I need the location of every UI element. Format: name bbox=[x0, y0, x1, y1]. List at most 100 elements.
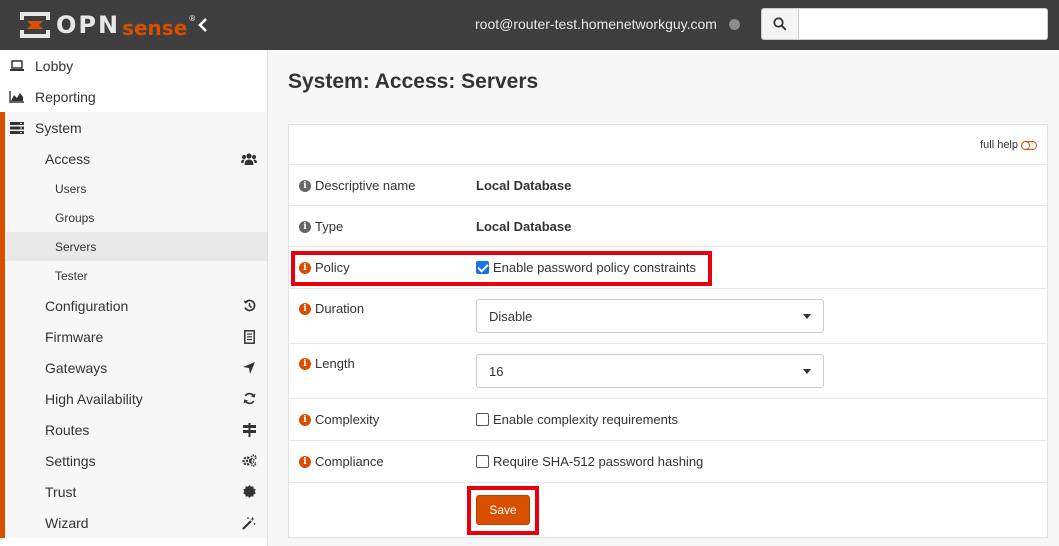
sidebar-item-label: Reporting bbox=[35, 88, 96, 105]
sidebar-item-servers[interactable]: Servers bbox=[5, 232, 267, 261]
sidebar-item-system[interactable]: System bbox=[5, 112, 267, 143]
sidebar-item-configuration[interactable]: Configuration bbox=[5, 290, 267, 321]
sidebar-item-settings[interactable]: Settings bbox=[5, 445, 267, 476]
sidebar-item-high-availability[interactable]: High Availability bbox=[5, 383, 267, 414]
logo-mark-icon bbox=[20, 12, 50, 38]
sidebar-item-label: Trust bbox=[45, 483, 77, 500]
info-icon[interactable]: i bbox=[299, 357, 311, 370]
field-label: i Duration bbox=[299, 301, 364, 316]
user-account-link[interactable]: root@router-test.homenetworkguy.com bbox=[475, 16, 717, 32]
field-type: i Type Local Database bbox=[289, 206, 1047, 247]
field-label: i Complexity bbox=[299, 412, 379, 427]
field-label-text: Compliance bbox=[315, 454, 384, 469]
checkbox-label-text: Enable complexity requirements bbox=[493, 412, 678, 427]
certificate-icon bbox=[241, 485, 257, 499]
toggle-off-icon bbox=[1021, 140, 1037, 150]
sidebar-item-gateways[interactable]: Gateways bbox=[5, 352, 267, 383]
field-label-text: Complexity bbox=[315, 412, 380, 427]
field-compliance: i Compliance Require SHA-512 password ha… bbox=[289, 441, 1047, 483]
type-value: Local Database bbox=[476, 219, 572, 234]
main-content: System: Access: Servers full help i Desc… bbox=[268, 50, 1059, 546]
caret-down-icon bbox=[803, 369, 811, 374]
sidebar-item-label: Firmware bbox=[45, 328, 104, 345]
laptop-icon bbox=[9, 59, 25, 73]
sidebar-nav: Lobby Reporting System Access Users Grou… bbox=[0, 50, 268, 546]
policy-checkbox[interactable] bbox=[476, 261, 489, 274]
field-label-text: Type bbox=[315, 219, 344, 234]
sidebar-item-label: Servers bbox=[55, 239, 97, 254]
page-title: System: Access: Servers bbox=[288, 70, 539, 93]
checkbox-label-text: Enable password policy constraints bbox=[493, 260, 697, 275]
search-icon bbox=[773, 17, 787, 31]
sidebar-item-label: Routes bbox=[45, 421, 90, 438]
sidebar-item-label: System bbox=[35, 119, 82, 136]
caret-down-icon bbox=[803, 314, 811, 319]
info-icon[interactable]: i bbox=[299, 455, 311, 468]
info-icon[interactable]: i bbox=[299, 302, 311, 315]
sidebar-item-label: Users bbox=[55, 181, 87, 196]
duration-select[interactable]: Disable bbox=[476, 299, 824, 333]
collapse-sidebar-button[interactable] bbox=[194, 14, 212, 36]
area-chart-icon bbox=[9, 90, 25, 104]
search-input[interactable] bbox=[799, 8, 1048, 40]
cogs-icon bbox=[241, 454, 257, 468]
users-icon bbox=[241, 152, 257, 166]
info-icon[interactable]: i bbox=[299, 413, 311, 426]
sidebar-item-label: Tester bbox=[55, 268, 88, 283]
field-duration: i Duration Disable bbox=[289, 289, 1047, 344]
opnsense-logo[interactable]: OPN sense ® bbox=[20, 9, 196, 41]
field-label-text: Policy bbox=[315, 260, 350, 275]
logo-text-opn: OPN bbox=[56, 11, 121, 39]
full-help-toggle[interactable]: full help bbox=[980, 139, 1037, 151]
field-label-text: Descriptive name bbox=[315, 178, 416, 193]
field-label: i Descriptive name bbox=[299, 178, 415, 193]
field-label-text: Duration bbox=[315, 301, 365, 316]
field-length: i Length 16 bbox=[289, 344, 1047, 399]
signpost-icon bbox=[241, 422, 257, 437]
magic-icon bbox=[241, 516, 257, 530]
sidebar-item-reporting[interactable]: Reporting bbox=[0, 81, 267, 112]
field-policy: i Policy Enable password policy constrai… bbox=[289, 247, 1047, 289]
info-icon[interactable]: i bbox=[299, 179, 311, 192]
sidebar-item-lobby[interactable]: Lobby bbox=[0, 50, 267, 81]
sidebar-item-groups[interactable]: Groups bbox=[5, 203, 267, 232]
duration-selected-value: Disable bbox=[489, 308, 533, 324]
policy-checkbox-label[interactable]: Enable password policy constraints bbox=[476, 260, 696, 275]
length-select[interactable]: 16 bbox=[476, 354, 824, 388]
compliance-checkbox[interactable] bbox=[476, 455, 489, 468]
info-icon[interactable]: i bbox=[299, 261, 311, 274]
sidebar-item-label: Lobby bbox=[35, 57, 74, 74]
compliance-checkbox-label[interactable]: Require SHA-512 password hashing bbox=[476, 454, 703, 469]
complexity-checkbox-label[interactable]: Enable complexity requirements bbox=[476, 412, 678, 427]
sidebar-item-label: Wizard bbox=[45, 514, 89, 531]
sidebar-item-tester[interactable]: Tester bbox=[5, 261, 267, 290]
field-label: i Compliance bbox=[299, 454, 384, 469]
sidebar-item-label: Configuration bbox=[45, 297, 129, 314]
checkbox-label-text: Require SHA-512 password hashing bbox=[493, 454, 704, 469]
info-icon[interactable]: i bbox=[299, 220, 311, 233]
field-descriptive-name: i Descriptive name Local Database bbox=[289, 165, 1047, 206]
sidebar-item-wizard[interactable]: Wizard bbox=[5, 507, 267, 538]
sidebar-item-firmware[interactable]: Firmware bbox=[5, 321, 267, 352]
top-bar: OPN sense ® root@router-test.homenetwork… bbox=[0, 0, 1059, 50]
sidebar-item-label: Groups bbox=[55, 210, 95, 225]
field-label: i Length bbox=[299, 356, 355, 371]
field-label: i Policy bbox=[299, 260, 350, 275]
sidebar-item-trust[interactable]: Trust bbox=[5, 476, 267, 507]
refresh-icon bbox=[241, 392, 257, 406]
field-complexity: i Complexity Enable complexity requireme… bbox=[289, 399, 1047, 441]
complexity-checkbox[interactable] bbox=[476, 413, 489, 426]
sidebar-item-label: Access bbox=[45, 150, 91, 167]
sidebar-item-access[interactable]: Access bbox=[5, 143, 267, 174]
search-button[interactable] bbox=[761, 8, 799, 40]
descriptive-name-value: Local Database bbox=[476, 178, 572, 193]
full-help-label: full help bbox=[980, 139, 1018, 151]
length-selected-value: 16 bbox=[489, 363, 504, 379]
document-icon bbox=[241, 329, 257, 344]
status-indicator-icon[interactable] bbox=[729, 19, 740, 30]
logo-text-sense: sense bbox=[122, 16, 188, 40]
server-form: full help i Descriptive name Local Datab… bbox=[288, 124, 1048, 538]
sidebar-item-users[interactable]: Users bbox=[5, 174, 267, 203]
save-button[interactable]: Save bbox=[476, 495, 530, 525]
sidebar-item-routes[interactable]: Routes bbox=[5, 414, 267, 445]
